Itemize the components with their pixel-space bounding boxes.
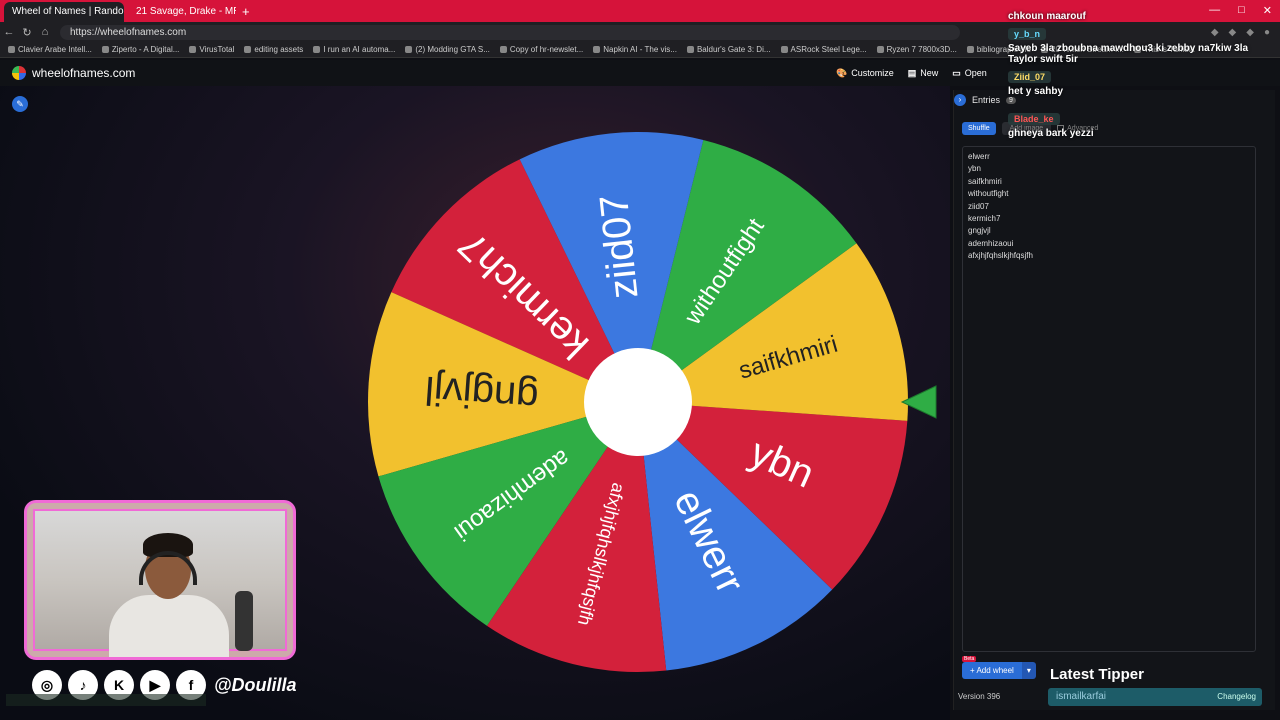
entry-line: elwerr	[968, 152, 990, 161]
customize-button[interactable]: 🎨 Customize	[836, 68, 894, 79]
entry-line: kermich7	[968, 214, 1001, 224]
bookmark-item[interactable]: Ryzen 7 7800x3D...	[876, 45, 957, 54]
chat-message: Sayeb 3la zboubna mawdhou3 ki zebby na7k…	[1008, 43, 1249, 65]
collapse-chevron-icon[interactable]: ›	[954, 94, 966, 106]
microphone-icon	[235, 591, 253, 651]
add-wheel-split-button: + Add wheel ▾	[962, 662, 1036, 679]
site-logo-text: wheelofnames.com	[32, 66, 136, 80]
bookmark-item[interactable]: Ziperto - A Digital...	[101, 45, 179, 54]
social-handle: @Doulilla	[214, 674, 297, 695]
palette-icon: 🎨	[836, 67, 848, 78]
chat-message: chkoun maarouf	[1008, 11, 1086, 22]
chat-message: het y sahby	[1008, 86, 1064, 97]
chat-username: y_b_n	[1008, 28, 1047, 40]
entry-line: withoutfight	[968, 189, 1009, 199]
bookmark-item[interactable]: Baldur's Gate 3: Di...	[686, 45, 771, 54]
shuffle-button[interactable]: Shuffle	[962, 122, 996, 135]
bookmark-item[interactable]: ASRock Steel Lege...	[780, 45, 867, 54]
edit-pencil-icon[interactable]: ✎	[12, 96, 28, 112]
folder-icon: ▭	[952, 67, 961, 78]
folder-icon	[966, 46, 974, 53]
file-icon: ▤	[907, 67, 917, 78]
bookmark-item[interactable]: Copy of hr-newslet...	[499, 45, 583, 54]
add-wheel-button[interactable]: + Add wheel	[962, 662, 1022, 679]
tab-music[interactable]: 21 Savage, Drake - MR RECOUP ✕	[128, 2, 236, 22]
tab-label: 21 Savage, Drake - MR RECOUP	[136, 6, 236, 17]
bookmark-icon	[780, 46, 788, 53]
webcam-frame	[24, 500, 296, 660]
latest-tipper-bar: ismailkarfai Changelog	[1048, 688, 1262, 706]
sidebar-tabs: › Entries 9	[954, 94, 1016, 106]
tab-entries[interactable]: Entries	[972, 95, 1000, 105]
home-icon[interactable]: ⌂	[36, 26, 54, 38]
bookmark-icon	[593, 46, 601, 53]
bookmark-item[interactable]: editing assets	[244, 45, 303, 54]
bookmark-icon	[313, 46, 321, 53]
entry-line: afxjhjfqhslkjhfqsjfh	[968, 251, 1033, 261]
bookmark-icon	[686, 46, 694, 53]
entry-line: ademhizaoui	[968, 238, 1014, 248]
open-button[interactable]: ▭ Open	[952, 68, 987, 79]
bookmark-item[interactable]: (2) Modding GTA S...	[405, 45, 490, 54]
stream-chat-overlay: chkoun maarouf y_b_n Sayeb 3la zboubna m…	[1008, 10, 1268, 141]
bookmark-icon	[189, 46, 197, 53]
folder-icon	[244, 46, 252, 53]
webcam-feed	[33, 509, 287, 657]
bookmark-icon	[405, 46, 413, 53]
tipper-name: ismailkarfai	[1056, 691, 1107, 702]
bookmark-icon	[101, 46, 109, 53]
tab-label: Wheel of Names | Random name	[12, 6, 124, 17]
site-logo[interactable]: wheelofnames.com	[12, 66, 135, 80]
tab-wheel-of-names[interactable]: Wheel of Names | Random name ✕	[4, 2, 124, 22]
back-icon[interactable]: ←	[0, 26, 18, 38]
bookmark-icon	[499, 46, 507, 53]
bookmark-icon	[8, 46, 15, 53]
wheel[interactable]: elwerrybnsaifkhmiriwithoutfightziid07ker…	[360, 112, 940, 692]
wheel-center-hub[interactable]	[584, 348, 692, 456]
taskbar-strip	[6, 694, 206, 706]
chat-message: ghneya bark yezzi	[1008, 128, 1094, 139]
new-tab-button[interactable]: +	[242, 2, 250, 22]
bookmark-item[interactable]: I run an AI automa...	[313, 45, 395, 54]
wheel-logo-icon	[12, 66, 26, 80]
bookmark-icon	[876, 46, 884, 53]
entry-line: saifkhmiri	[968, 176, 1002, 186]
entry-line: gngjvjl	[968, 226, 991, 236]
entries-sidebar: › Entries 9 Shuffle Add image Advanced e…	[953, 90, 1275, 710]
bookmark-item[interactable]: Clavier Arabe Intell...	[8, 45, 92, 54]
url-input[interactable]: https://wheelofnames.com	[60, 24, 960, 40]
latest-tipper-title: Latest Tipper	[1050, 666, 1144, 683]
bookmark-item[interactable]: VirusTotal	[189, 45, 234, 54]
wheel-segment-label: gngjvjl	[424, 368, 540, 420]
chat-username: Blade_ke	[1008, 113, 1060, 125]
chat-username: Ziid_07	[1008, 71, 1052, 83]
chevron-down-icon[interactable]: ▾	[1021, 662, 1036, 679]
changelog-link[interactable]: Changelog	[1217, 688, 1262, 706]
header-menu: 🎨 Customize ▤ New ▭ Open	[836, 60, 987, 86]
entry-line: ybn	[968, 164, 981, 174]
new-button[interactable]: ▤ New	[908, 68, 939, 79]
entry-line: ziid07	[968, 201, 989, 211]
reload-icon[interactable]: ↻	[18, 26, 36, 39]
streamer-body	[109, 595, 229, 657]
version-label: Version 396	[958, 692, 1001, 701]
entries-textarea[interactable]: elwerr ybn saifkhmiri withoutfight ziid0…	[962, 146, 1256, 652]
bookmark-item[interactable]: Napkin AI - The vis...	[593, 45, 677, 54]
